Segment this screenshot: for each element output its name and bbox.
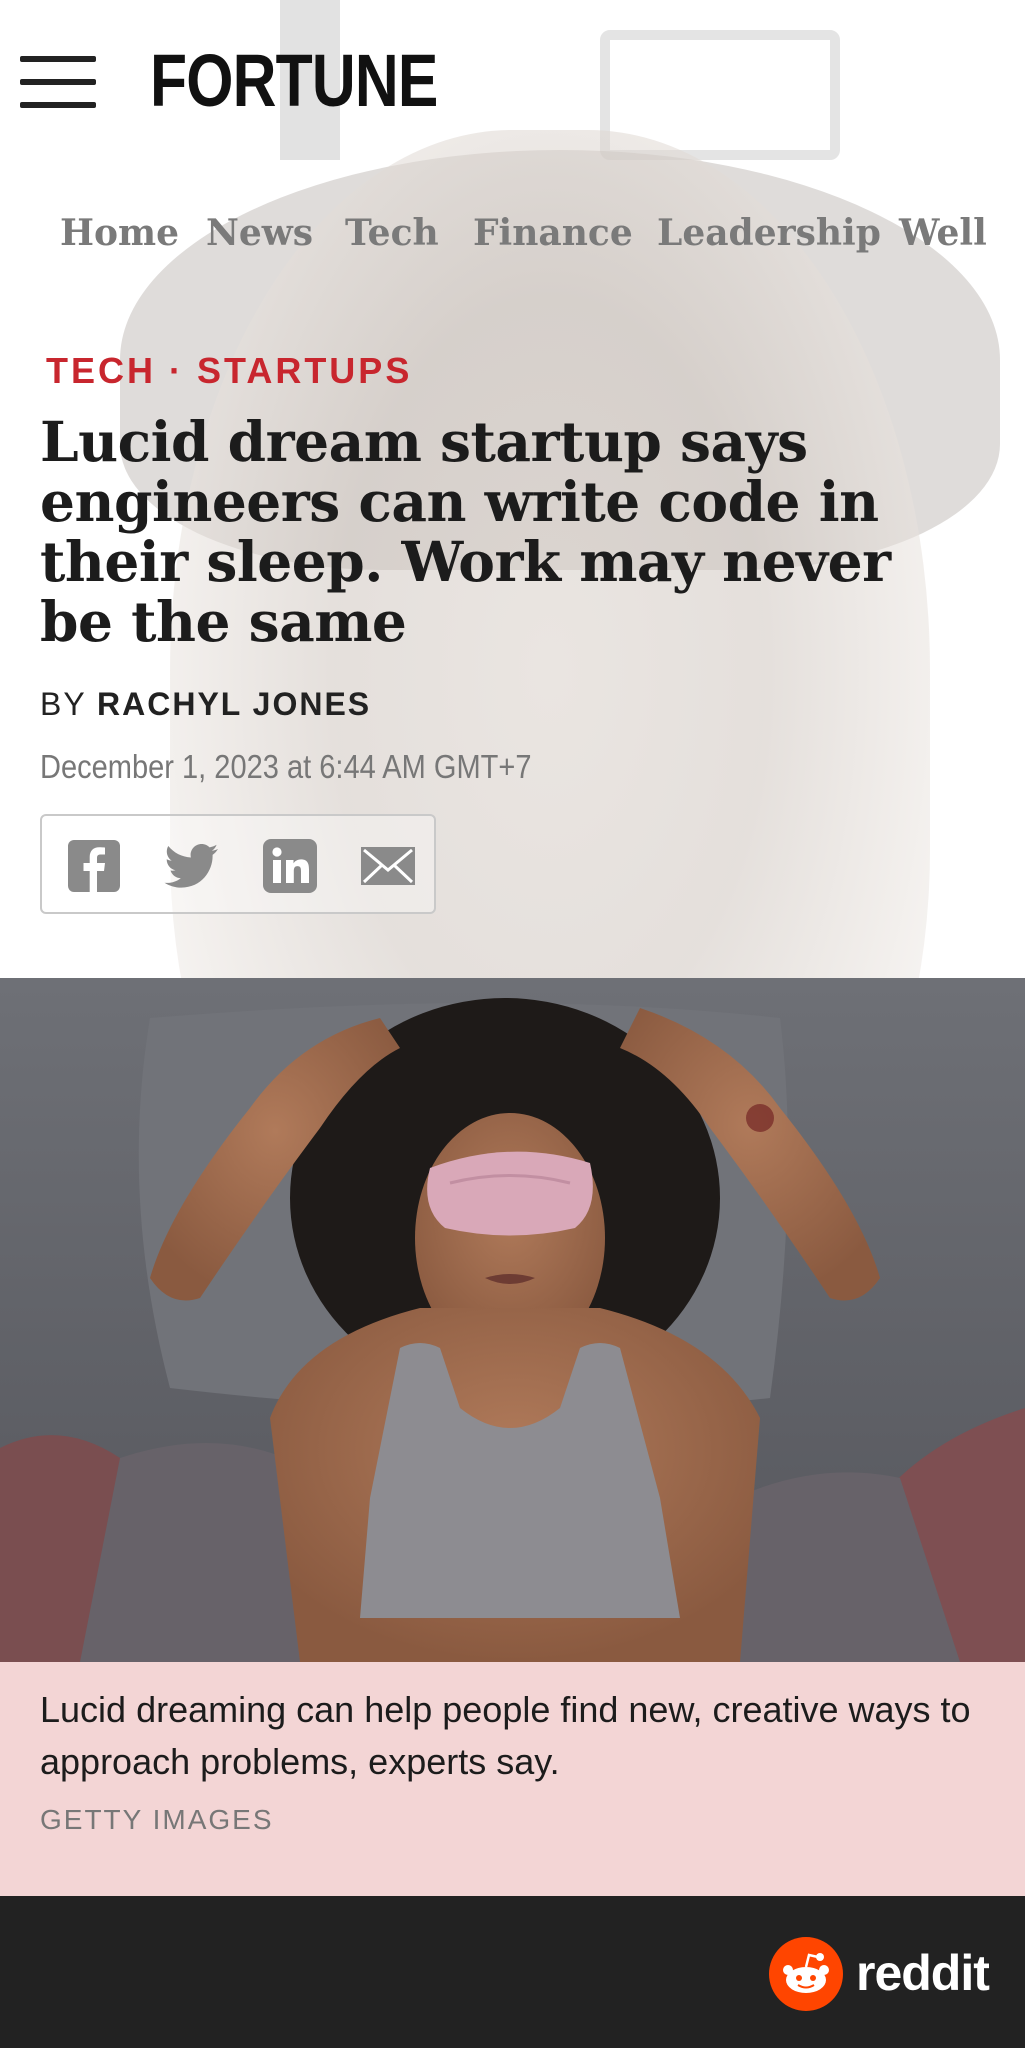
reddit-icon (769, 1937, 843, 2011)
publish-date: December 1, 2023 at 6:44 AM GMT+7 (40, 748, 532, 785)
nav-item-leadership[interactable]: Leadership (657, 212, 881, 254)
byline: BY RACHYL JONES (40, 686, 371, 723)
article-kicker[interactable]: TECH · STARTUPS (46, 350, 412, 392)
image-caption-box: Lucid dreaming can help people find new,… (0, 1662, 1025, 1896)
site-logo[interactable]: FORTUNE (150, 38, 438, 123)
article-headline: Lucid dream startup says engineers can w… (40, 409, 891, 654)
menu-icon[interactable] (20, 56, 96, 108)
reddit-link[interactable]: reddit (768, 1936, 990, 2012)
footer-bar: reddit (0, 1896, 1025, 2048)
email-icon[interactable] (358, 836, 418, 896)
image-caption: Lucid dreaming can help people find new,… (40, 1689, 971, 1782)
section-nav: Home News Tech Finance Leadership Well (0, 212, 1025, 272)
top-bar: FORTUNE (0, 0, 1025, 160)
image-credit: GETTY IMAGES (40, 1804, 274, 1835)
nav-item-well[interactable]: Well (899, 212, 987, 254)
sleeping-woman-illustration (0, 978, 1025, 1662)
nav-item-tech[interactable]: Tech (345, 212, 439, 254)
linkedin-icon[interactable] (260, 836, 320, 896)
nav-item-home[interactable]: Home (60, 212, 179, 254)
facebook-icon[interactable] (64, 836, 124, 896)
hero-image (0, 978, 1025, 1662)
reddit-wordmark: reddit (856, 1945, 990, 2001)
twitter-icon[interactable] (162, 836, 222, 896)
byline-prefix: BY (40, 686, 87, 722)
nav-item-finance[interactable]: Finance (473, 212, 633, 254)
nav-item-news[interactable]: News (206, 212, 313, 254)
author-link[interactable]: RACHYL JONES (97, 686, 371, 722)
share-bar (40, 814, 436, 914)
